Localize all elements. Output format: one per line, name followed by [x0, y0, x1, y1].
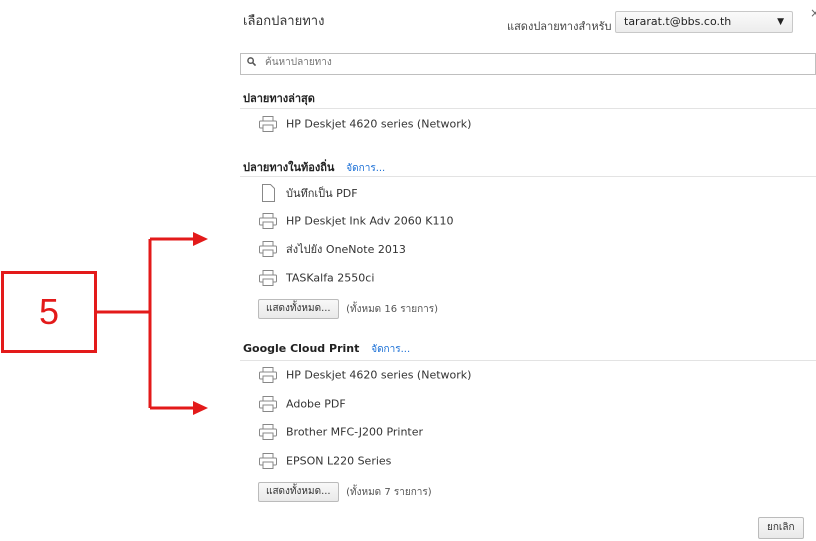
printer-icon — [259, 453, 277, 469]
local-total-count: (ทั้งหมด 16 รายการ) — [346, 303, 439, 315]
account-select[interactable]: tararat.t@bbs.co.th ▼ — [615, 11, 793, 33]
show-for-label: แสดงปลายทางสำหรับ — [507, 20, 612, 33]
local-show-all-button[interactable]: แสดงทั้งหมด... — [258, 299, 339, 319]
destination-label: ส่งไปยัง OneNote 2013 — [286, 243, 406, 256]
destination-label: TASKalfa 2550ci — [286, 271, 375, 285]
search-icon — [247, 57, 256, 66]
destination-item[interactable]: TASKalfa 2550ci — [258, 269, 374, 291]
printer-icon — [259, 424, 277, 440]
account-value: tararat.t@bbs.co.th — [624, 15, 732, 28]
local-heading-label: ปลายทางในท้องถิ่น — [243, 161, 335, 174]
search-input[interactable] — [263, 56, 807, 69]
cloud-heading-label: Google Cloud Print — [243, 342, 360, 355]
printer-icon — [259, 116, 277, 132]
divider — [240, 108, 816, 109]
annotation-arrows — [97, 232, 208, 415]
destination-item[interactable]: Adobe PDF — [258, 395, 346, 417]
close-icon[interactable]: × — [810, 6, 816, 20]
cloud-show-all-button[interactable]: แสดงทั้งหมด... — [258, 482, 339, 502]
destination-item[interactable]: HP Deskjet Ink Adv 2060 K110 — [258, 212, 453, 234]
annotation-number-box: 5 — [1, 271, 97, 353]
destination-item[interactable]: Brother MFC-J200 Printer — [258, 423, 423, 445]
recent-heading-label: ปลายทางล่าสุด — [243, 92, 315, 105]
printer-icon — [259, 396, 277, 412]
destination-label: Brother MFC-J200 Printer — [286, 425, 424, 439]
destination-item[interactable]: HP Deskjet 4620 series (Network) — [258, 366, 471, 388]
chevron-down-icon: ▼ — [777, 17, 784, 27]
cloud-heading: Google Cloud Print จัดการ... — [243, 342, 410, 357]
divider — [240, 176, 816, 177]
destination-item[interactable]: บันทึกเป็น PDF — [258, 184, 358, 206]
destination-item[interactable]: ส่งไปยัง OneNote 2013 — [258, 240, 406, 262]
printer-icon — [259, 241, 277, 257]
local-heading: ปลายทางในท้องถิ่น จัดการ... — [243, 158, 385, 176]
recent-heading: ปลายทางล่าสุด — [243, 89, 315, 107]
destination-label: HP Deskjet Ink Adv 2060 K110 — [286, 214, 454, 228]
dialog-title: เลือกปลายทาง — [243, 14, 325, 29]
destination-item[interactable]: HP Deskjet 4620 series (Network) — [258, 115, 471, 137]
destination-label: HP Deskjet 4620 series (Network) — [286, 117, 472, 131]
arrow-head — [193, 232, 208, 246]
search-box[interactable] — [240, 53, 816, 75]
local-manage-link[interactable]: จัดการ... — [346, 163, 385, 174]
destination-label: บันทึกเป็น PDF — [286, 187, 358, 200]
destination-label: Adobe PDF — [286, 397, 346, 411]
printer-icon — [259, 270, 277, 286]
divider — [240, 360, 816, 361]
local-show-all-row: แสดงทั้งหมด... (ทั้งหมด 16 รายการ) — [258, 299, 438, 321]
destination-item[interactable]: EPSON L220 Series — [258, 452, 391, 474]
destination-label: EPSON L220 Series — [286, 454, 392, 468]
printer-icon — [259, 367, 277, 383]
cloud-show-all-row: แสดงทั้งหมด... (ทั้งหมด 7 รายการ) — [258, 482, 432, 504]
document-icon — [262, 184, 275, 202]
destination-label: HP Deskjet 4620 series (Network) — [286, 368, 472, 382]
printer-icon — [259, 213, 277, 229]
cancel-button[interactable]: ยกเลิก — [758, 517, 804, 539]
cloud-manage-link[interactable]: จัดการ... — [371, 344, 410, 355]
cloud-total-count: (ทั้งหมด 7 รายการ) — [346, 486, 432, 498]
arrow-head — [193, 401, 208, 415]
